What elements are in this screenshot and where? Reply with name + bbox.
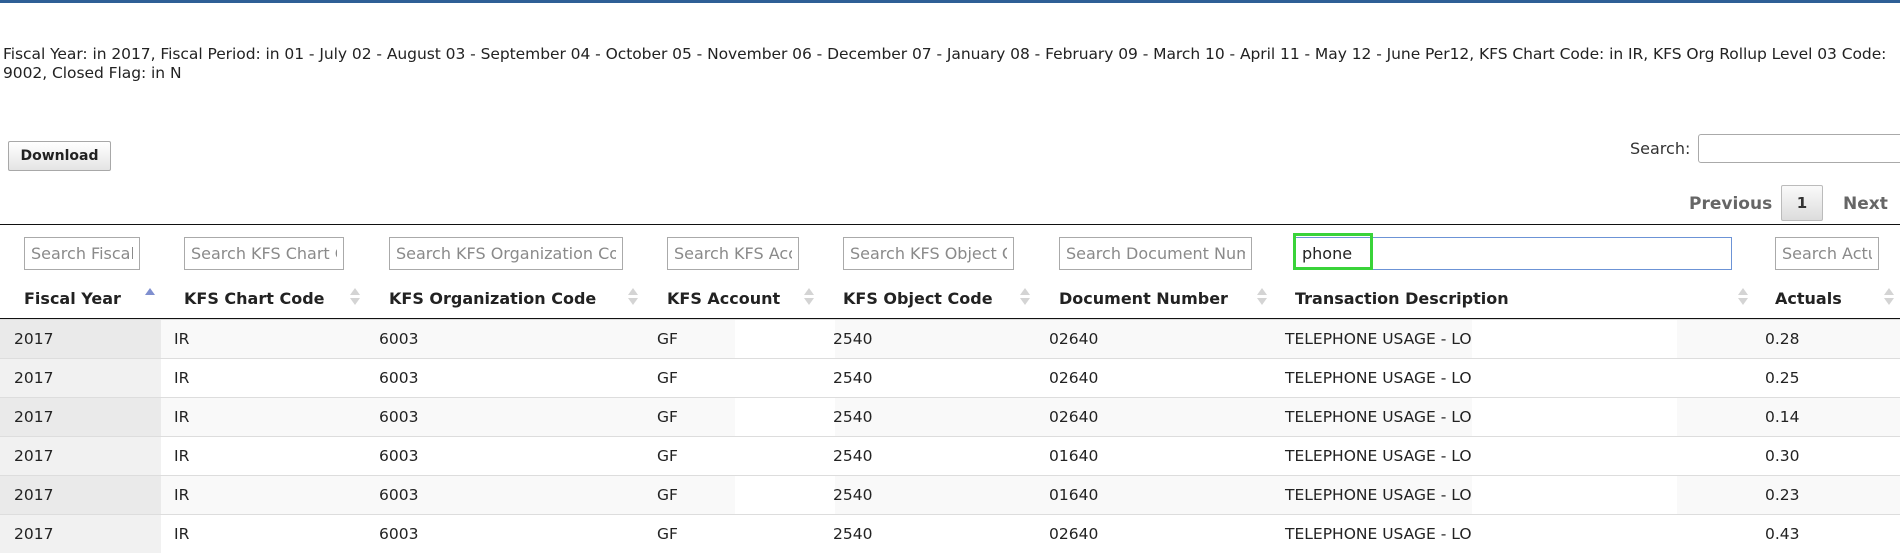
column-header-kfs-object-code[interactable]: KFS Object Code xyxy=(843,289,993,308)
cell-actuals: 0.23 xyxy=(1765,486,1800,504)
cell-kfs-object-code: 2540 xyxy=(833,486,873,504)
table-top-border xyxy=(0,224,1900,225)
pagination-next[interactable]: Next xyxy=(1843,194,1888,214)
cell-transaction-description: TELEPHONE USAGE - LO xyxy=(1285,408,1472,426)
filters-line-2: 9002, Closed Flag: in N xyxy=(3,64,182,82)
applied-filters-summary: Fiscal Year: in 2017, Fiscal Period: in … xyxy=(3,45,1900,83)
table-row: 2017 IR 6003 GF 2540 01640 TELEPHONE USA… xyxy=(0,475,1900,514)
cell-transaction-description: TELEPHONE USAGE - LO xyxy=(1285,447,1472,465)
cell-kfs-chart-code: IR xyxy=(174,447,190,465)
cell-fiscal-year: 2017 xyxy=(14,330,54,348)
cell-kfs-account: GF xyxy=(657,369,678,387)
column-header-document-number[interactable]: Document Number xyxy=(1059,289,1228,308)
column-header-actuals[interactable]: Actuals xyxy=(1775,289,1842,308)
download-button[interactable]: Download xyxy=(8,141,111,171)
cell-kfs-chart-code: IR xyxy=(174,525,190,543)
sort-toggle-icon[interactable] xyxy=(804,286,814,308)
filter-kfs-account-input[interactable] xyxy=(667,237,799,270)
filter-actuals-input[interactable] xyxy=(1775,237,1879,270)
cell-kfs-account: GF xyxy=(657,330,678,348)
cell-document-number: 01640 xyxy=(1049,447,1099,465)
cell-fiscal-year: 2017 xyxy=(14,369,54,387)
filter-kfs-object-code-input[interactable] xyxy=(843,237,1014,270)
cell-kfs-chart-code: IR xyxy=(174,369,190,387)
cell-kfs-organization-code: 6003 xyxy=(379,486,419,504)
cell-kfs-chart-code: IR xyxy=(174,330,190,348)
cell-kfs-organization-code: 6003 xyxy=(379,330,419,348)
column-header-transaction-description[interactable]: Transaction Description xyxy=(1295,289,1509,308)
cell-actuals: 0.28 xyxy=(1765,330,1800,348)
filters-line-1: Fiscal Year: in 2017, Fiscal Period: in … xyxy=(3,45,1887,63)
filter-transaction-description-input[interactable] xyxy=(1295,237,1732,270)
cell-kfs-object-code: 2540 xyxy=(833,525,873,543)
table-row: 2017 IR 6003 GF 2540 02640 TELEPHONE USA… xyxy=(0,397,1900,436)
sort-toggle-icon[interactable] xyxy=(350,286,360,308)
cell-document-number: 02640 xyxy=(1049,369,1099,387)
column-header-kfs-account[interactable]: KFS Account xyxy=(667,289,780,308)
cell-kfs-organization-code: 6003 xyxy=(379,525,419,543)
cell-document-number: 02640 xyxy=(1049,330,1099,348)
cell-actuals: 0.43 xyxy=(1765,525,1800,543)
sort-ascending-icon[interactable] xyxy=(145,286,155,308)
cell-document-number: 02640 xyxy=(1049,408,1099,426)
cell-kfs-chart-code: IR xyxy=(174,486,190,504)
cell-transaction-description: TELEPHONE USAGE - LO xyxy=(1285,525,1472,543)
cell-kfs-organization-code: 6003 xyxy=(379,408,419,426)
cell-kfs-object-code: 2540 xyxy=(833,369,873,387)
cell-kfs-organization-code: 6003 xyxy=(379,369,419,387)
table-row: 2017 IR 6003 GF 2540 01640 TELEPHONE USA… xyxy=(0,436,1900,475)
cell-kfs-object-code: 2540 xyxy=(833,408,873,426)
cell-fiscal-year: 2017 xyxy=(14,486,54,504)
pagination-page-current[interactable]: 1 xyxy=(1781,185,1823,221)
cell-fiscal-year: 2017 xyxy=(14,408,54,426)
column-header-kfs-chart-code[interactable]: KFS Chart Code xyxy=(184,289,325,308)
cell-kfs-object-code: 2540 xyxy=(833,330,873,348)
filter-document-number-input[interactable] xyxy=(1059,237,1252,270)
cell-kfs-chart-code: IR xyxy=(174,408,190,426)
pagination-previous[interactable]: Previous xyxy=(1689,194,1772,214)
table-row: 2017 IR 6003 GF 2540 02640 TELEPHONE USA… xyxy=(0,319,1900,358)
filter-fiscal-year-input[interactable] xyxy=(24,237,140,270)
global-search-label: Search: xyxy=(1630,139,1691,158)
sort-toggle-icon[interactable] xyxy=(1020,286,1030,308)
cell-actuals: 0.30 xyxy=(1765,447,1800,465)
sort-toggle-icon[interactable] xyxy=(1738,286,1748,308)
cell-fiscal-year: 2017 xyxy=(14,447,54,465)
cell-kfs-account: GF xyxy=(657,408,678,426)
cell-kfs-account: GF xyxy=(657,486,678,504)
top-accent-bar xyxy=(0,0,1900,3)
cell-kfs-object-code: 2540 xyxy=(833,447,873,465)
filter-kfs-chart-code-input[interactable] xyxy=(184,237,344,270)
cell-document-number: 01640 xyxy=(1049,486,1099,504)
cell-transaction-description: TELEPHONE USAGE - LO xyxy=(1285,486,1472,504)
cell-transaction-description: TELEPHONE USAGE - LO xyxy=(1285,330,1472,348)
cell-document-number: 02640 xyxy=(1049,525,1099,543)
column-header-kfs-organization-code[interactable]: KFS Organization Code xyxy=(389,289,596,308)
filter-kfs-organization-code-input[interactable] xyxy=(389,237,623,270)
cell-actuals: 0.14 xyxy=(1765,408,1800,426)
sort-toggle-icon[interactable] xyxy=(1884,286,1894,308)
cell-kfs-organization-code: 6003 xyxy=(379,447,419,465)
table-row: 2017 IR 6003 GF 2540 02640 TELEPHONE USA… xyxy=(0,358,1900,397)
cell-kfs-account: GF xyxy=(657,447,678,465)
global-search-input[interactable] xyxy=(1698,134,1900,163)
cell-transaction-description: TELEPHONE USAGE - LO xyxy=(1285,369,1472,387)
sort-toggle-icon[interactable] xyxy=(1257,286,1267,308)
table-row: 2017 IR 6003 GF 2540 02640 TELEPHONE USA… xyxy=(0,514,1900,553)
cell-fiscal-year: 2017 xyxy=(14,525,54,543)
column-header-fiscal-year[interactable]: Fiscal Year xyxy=(24,289,121,308)
cell-kfs-account: GF xyxy=(657,525,678,543)
cell-actuals: 0.25 xyxy=(1765,369,1800,387)
sort-toggle-icon[interactable] xyxy=(628,286,638,308)
